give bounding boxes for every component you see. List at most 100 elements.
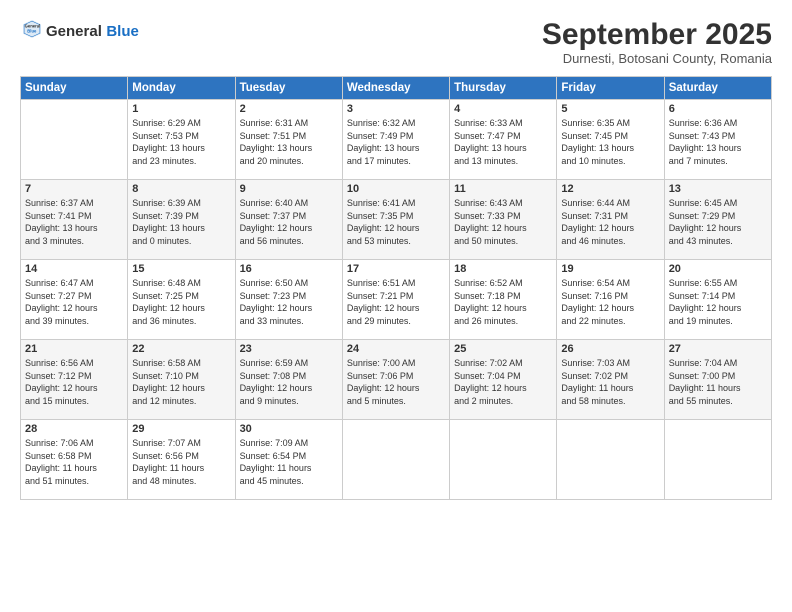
cell-info: Sunrise: 6:45 AM Sunset: 7:29 PM Dayligh… (669, 197, 767, 247)
cell-info: Sunrise: 7:03 AM Sunset: 7:02 PM Dayligh… (561, 357, 659, 407)
calendar-cell: 8 Sunrise: 6:39 AM Sunset: 7:39 PM Daylig… (128, 180, 235, 260)
cell-date: 11 (454, 183, 552, 195)
cell-date: 15 (132, 263, 230, 275)
cell-date: 2 (240, 103, 338, 115)
day-header-friday: Friday (557, 77, 664, 100)
calendar-cell: 6 Sunrise: 6:36 AM Sunset: 7:43 PM Daylig… (664, 100, 771, 180)
calendar-cell: 23 Sunrise: 6:59 AM Sunset: 7:08 PM Dayli… (235, 340, 342, 420)
calendar-cell: 13 Sunrise: 6:45 AM Sunset: 7:29 PM Dayli… (664, 180, 771, 260)
cell-date: 3 (347, 103, 445, 115)
calendar-cell: 7 Sunrise: 6:37 AM Sunset: 7:41 PM Daylig… (21, 180, 128, 260)
week-row-1: 1 Sunrise: 6:29 AM Sunset: 7:53 PM Daylig… (21, 100, 772, 180)
calendar-cell: 9 Sunrise: 6:40 AM Sunset: 7:37 PM Daylig… (235, 180, 342, 260)
calendar-cell: 14 Sunrise: 6:47 AM Sunset: 7:27 PM Dayli… (21, 260, 128, 340)
calendar-cell: 22Sunrise: 6:58 AM Sunset: 7:10 PM Dayli… (128, 340, 235, 420)
cell-info: Sunrise: 7:00 AM Sunset: 7:06 PM Dayligh… (347, 357, 445, 407)
cell-date: 23 (240, 343, 338, 355)
cell-info: Sunrise: 6:50 AM Sunset: 7:23 PM Dayligh… (240, 277, 338, 327)
cell-info: Sunrise: 7:07 AM Sunset: 6:56 PM Dayligh… (132, 437, 230, 487)
cell-info: Sunrise: 6:52 AM Sunset: 7:18 PM Dayligh… (454, 277, 552, 327)
calendar-cell: 2Sunrise: 6:31 AM Sunset: 7:51 PM Daylig… (235, 100, 342, 180)
cell-date: 14 (25, 263, 123, 275)
cell-info: Sunrise: 7:04 AM Sunset: 7:00 PM Dayligh… (669, 357, 767, 407)
cell-info: Sunrise: 6:39 AM Sunset: 7:39 PM Dayligh… (132, 197, 230, 247)
cell-info: Sunrise: 6:58 AM Sunset: 7:10 PM Dayligh… (132, 357, 230, 407)
cell-date: 12 (561, 183, 659, 195)
cell-info: Sunrise: 6:35 AM Sunset: 7:45 PM Dayligh… (561, 117, 659, 167)
calendar-cell: 5Sunrise: 6:35 AM Sunset: 7:45 PM Daylig… (557, 100, 664, 180)
calendar-cell: 21 Sunrise: 6:56 AM Sunset: 7:12 PM Dayli… (21, 340, 128, 420)
cell-date: 13 (669, 183, 767, 195)
calendar-cell: 29 Sunrise: 7:07 AM Sunset: 6:56 PM Dayli… (128, 420, 235, 500)
calendar-cell: 30 Sunrise: 7:09 AM Sunset: 6:54 PM Dayli… (235, 420, 342, 500)
cell-date: 9 (240, 183, 338, 195)
week-row-3: 14 Sunrise: 6:47 AM Sunset: 7:27 PM Dayli… (21, 260, 772, 340)
cell-info: Sunrise: 6:29 AM Sunset: 7:53 PM Dayligh… (132, 117, 230, 167)
day-header-saturday: Saturday (664, 77, 771, 100)
cell-date: 25 (454, 343, 552, 355)
cell-date: 30 (240, 423, 338, 435)
week-row-5: 28 Sunrise: 7:06 AM Sunset: 6:58 PM Dayli… (21, 420, 772, 500)
cell-info: Sunrise: 6:37 AM Sunset: 7:41 PM Dayligh… (25, 197, 123, 247)
week-row-4: 21 Sunrise: 6:56 AM Sunset: 7:12 PM Dayli… (21, 340, 772, 420)
calendar-cell: 11Sunrise: 6:43 AM Sunset: 7:33 PM Dayli… (450, 180, 557, 260)
cell-date: 6 (669, 103, 767, 115)
cell-date: 21 (25, 343, 123, 355)
cell-date: 19 (561, 263, 659, 275)
cell-info: Sunrise: 6:59 AM Sunset: 7:08 PM Dayligh… (240, 357, 338, 407)
calendar-cell: 18 Sunrise: 6:52 AM Sunset: 7:18 PM Dayli… (450, 260, 557, 340)
cell-date: 10 (347, 183, 445, 195)
calendar-cell: 28 Sunrise: 7:06 AM Sunset: 6:58 PM Dayli… (21, 420, 128, 500)
calendar-cell: 17 Sunrise: 6:51 AM Sunset: 7:21 PM Dayli… (342, 260, 449, 340)
calendar-cell: 26 Sunrise: 7:03 AM Sunset: 7:02 PM Dayli… (557, 340, 664, 420)
cell-info: Sunrise: 6:47 AM Sunset: 7:27 PM Dayligh… (25, 277, 123, 327)
cell-info: Sunrise: 6:56 AM Sunset: 7:12 PM Dayligh… (25, 357, 123, 407)
location: Durnesti, Botosani County, Romania (542, 51, 772, 66)
calendar-cell: 20 Sunrise: 6:55 AM Sunset: 7:14 PM Dayli… (664, 260, 771, 340)
logo-icon: General Blue (22, 18, 42, 40)
calendar-cell: 15Sunrise: 6:48 AM Sunset: 7:25 PM Dayli… (128, 260, 235, 340)
calendar-cell (557, 420, 664, 500)
cell-date: 26 (561, 343, 659, 355)
calendar-cell: 3Sunrise: 6:32 AM Sunset: 7:49 PM Daylig… (342, 100, 449, 180)
calendar-cell: 25 Sunrise: 7:02 AM Sunset: 7:04 PM Dayli… (450, 340, 557, 420)
cell-info: Sunrise: 6:40 AM Sunset: 7:37 PM Dayligh… (240, 197, 338, 247)
calendar-cell (342, 420, 449, 500)
cell-date: 24 (347, 343, 445, 355)
logo: General Blue General Blue (20, 18, 139, 45)
cell-date: 7 (25, 183, 123, 195)
cell-info: Sunrise: 7:06 AM Sunset: 6:58 PM Dayligh… (25, 437, 123, 487)
calendar-cell: 16Sunrise: 6:50 AM Sunset: 7:23 PM Dayli… (235, 260, 342, 340)
calendar-cell: 4Sunrise: 6:33 AM Sunset: 7:47 PM Daylig… (450, 100, 557, 180)
calendar-cell (664, 420, 771, 500)
logo-text: General Blue (46, 23, 139, 41)
calendar-cell: 10 Sunrise: 6:41 AM Sunset: 7:35 PM Dayli… (342, 180, 449, 260)
cell-info: Sunrise: 7:02 AM Sunset: 7:04 PM Dayligh… (454, 357, 552, 407)
calendar-cell (21, 100, 128, 180)
cell-date: 27 (669, 343, 767, 355)
calendar-cell: 24 Sunrise: 7:00 AM Sunset: 7:06 PM Dayli… (342, 340, 449, 420)
cell-date: 1 (132, 103, 230, 115)
day-header-tuesday: Tuesday (235, 77, 342, 100)
cell-info: Sunrise: 6:41 AM Sunset: 7:35 PM Dayligh… (347, 197, 445, 247)
svg-text:General: General (25, 23, 41, 28)
cell-info: Sunrise: 7:09 AM Sunset: 6:54 PM Dayligh… (240, 437, 338, 487)
cell-date: 28 (25, 423, 123, 435)
title-block: September 2025 Durnesti, Botosani County… (542, 18, 772, 66)
cell-info: Sunrise: 6:33 AM Sunset: 7:47 PM Dayligh… (454, 117, 552, 167)
day-header-thursday: Thursday (450, 77, 557, 100)
cell-info: Sunrise: 6:55 AM Sunset: 7:14 PM Dayligh… (669, 277, 767, 327)
header: General Blue General Blue September 2025… (20, 18, 772, 66)
calendar-cell: 19Sunrise: 6:54 AM Sunset: 7:16 PM Dayli… (557, 260, 664, 340)
header-row: SundayMondayTuesdayWednesdayThursdayFrid… (21, 77, 772, 100)
cell-date: 18 (454, 263, 552, 275)
cell-date: 20 (669, 263, 767, 275)
cell-info: Sunrise: 6:51 AM Sunset: 7:21 PM Dayligh… (347, 277, 445, 327)
cell-date: 8 (132, 183, 230, 195)
calendar-cell: 12Sunrise: 6:44 AM Sunset: 7:31 PM Dayli… (557, 180, 664, 260)
cell-date: 29 (132, 423, 230, 435)
calendar-cell (450, 420, 557, 500)
calendar-table: SundayMondayTuesdayWednesdayThursdayFrid… (20, 76, 772, 500)
cell-date: 17 (347, 263, 445, 275)
cell-info: Sunrise: 6:36 AM Sunset: 7:43 PM Dayligh… (669, 117, 767, 167)
